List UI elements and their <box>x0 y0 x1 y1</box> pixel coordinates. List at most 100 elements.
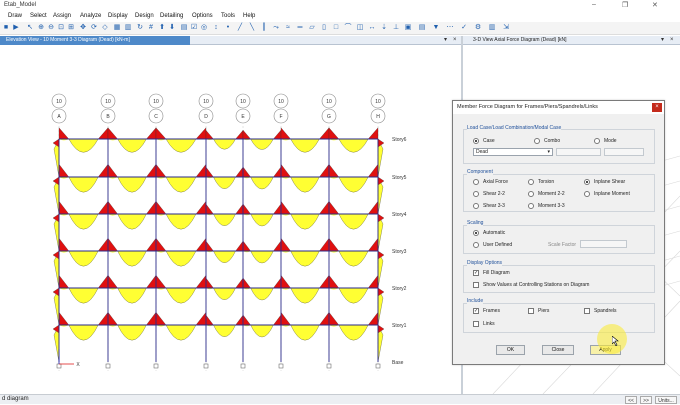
moment-negative-right <box>367 237 379 252</box>
elevation-view-icon[interactable]: ▥ <box>124 24 132 32</box>
menu-tools[interactable]: Tools <box>221 13 235 19</box>
rotate-icon[interactable]: ↻ <box>136 24 144 32</box>
automatic-radio[interactable] <box>473 230 479 236</box>
reaction-icon[interactable]: ⊥ <box>392 24 400 32</box>
zoom-out-icon[interactable]: ⊖ <box>47 24 55 32</box>
check-model-icon[interactable]: ✓ <box>460 24 468 32</box>
tab-3d-view-title[interactable]: 3-D View Axial Force Diagram (Dead) [kN] <box>473 36 567 45</box>
moment-2-2-radio[interactable] <box>528 191 534 197</box>
plan-view-icon[interactable]: ▦ <box>113 24 121 32</box>
save-icon[interactable]: ■ <box>2 24 10 32</box>
check-icon[interactable]: ☑ <box>190 24 198 32</box>
fill-diagram-checkbox[interactable]: ✓ <box>473 270 479 276</box>
case-radio[interactable] <box>473 138 479 144</box>
close-window-icon[interactable]: ✕ <box>652 1 658 9</box>
up-arrow-icon[interactable]: ⬆ <box>158 24 166 32</box>
show-values-checkbox[interactable] <box>473 282 479 288</box>
minimize-icon[interactable]: – <box>592 1 596 8</box>
wall-icon[interactable]: ▯ <box>320 24 328 32</box>
refresh-icon[interactable]: ⟳ <box>90 24 98 32</box>
pan-icon[interactable]: ✥ <box>79 24 87 32</box>
units-button[interactable]: Units... <box>655 396 677 404</box>
shear-2-2-radio[interactable] <box>473 191 479 197</box>
piers-checkbox[interactable] <box>528 308 534 314</box>
filter-icon[interactable]: ▼ <box>432 24 440 32</box>
run-icon[interactable]: ▶ <box>12 24 20 32</box>
opening-icon[interactable]: □ <box>332 24 340 32</box>
grid-icon[interactable]: # <box>147 24 155 32</box>
moment-3-3-radio[interactable] <box>528 203 534 209</box>
shear-3-3-radio[interactable] <box>473 203 479 209</box>
down-arrow-icon[interactable]: ⬇ <box>168 24 176 32</box>
column-icon[interactable]: ┃ <box>260 24 268 32</box>
moment-negative-right <box>97 274 109 289</box>
axial-force-radio[interactable] <box>473 179 479 185</box>
curve-icon[interactable]: ⌒ <box>344 24 352 32</box>
prev-view-button[interactable]: << <box>625 396 637 404</box>
link-icon[interactable]: ⤳ <box>272 24 280 32</box>
design-icon[interactable]: ⚙ <box>474 24 482 32</box>
brace-icon[interactable]: ╲ <box>248 24 256 32</box>
menu-design[interactable]: Design <box>135 13 154 19</box>
table-icon[interactable]: ▤ <box>418 24 426 32</box>
shear-3-3-label: Shear 3-3 <box>483 203 505 209</box>
frames-checkbox[interactable]: ✓ <box>473 308 479 314</box>
display-icon[interactable]: ▣ <box>404 24 412 32</box>
inplane-moment-label: Inplane Moment <box>594 191 630 197</box>
elevation-view[interactable]: 10 A 10 B 10 C 10 D 10 E 10 F 10 G 10 H Story6 Story5 Stor… <box>0 46 461 394</box>
moment-negative-left <box>107 311 118 326</box>
links-checkbox[interactable] <box>473 321 479 327</box>
menu-draw[interactable]: Draw <box>8 13 22 19</box>
right-tab-close-icon[interactable]: × <box>670 36 674 45</box>
moment-negative-right <box>273 277 282 289</box>
left-tab-menu-icon[interactable]: ▾ <box>444 36 447 45</box>
next-view-button[interactable]: >> <box>640 396 652 404</box>
combo-radio[interactable] <box>534 138 540 144</box>
menu-assign[interactable]: Assign <box>53 13 71 19</box>
user-defined-radio[interactable] <box>473 242 479 248</box>
zoom-window-icon[interactable]: ⊡ <box>57 24 65 32</box>
menu-select[interactable]: Select <box>30 13 47 19</box>
menu-display[interactable]: Display <box>108 13 128 19</box>
load-case-select[interactable]: Dead ▾ <box>473 148 553 156</box>
moment-negative-left <box>280 274 291 289</box>
report-icon[interactable]: ▥ <box>488 24 496 32</box>
torsion-radio[interactable] <box>528 179 534 185</box>
zoom-in-icon[interactable]: ⊕ <box>37 24 45 32</box>
left-tab-close-icon[interactable]: × <box>453 36 457 45</box>
zoom-fit-icon[interactable]: ⊞ <box>67 24 75 32</box>
area-icon[interactable]: ◫ <box>356 24 364 32</box>
export-icon[interactable]: ⇲ <box>502 24 510 32</box>
menu-help[interactable]: Help <box>243 13 255 19</box>
mode-radio[interactable] <box>594 138 600 144</box>
select-icon[interactable]: ◎ <box>200 24 208 32</box>
properties-icon[interactable]: ▤ <box>180 24 188 32</box>
menu-analyze[interactable]: Analyze <box>80 13 101 19</box>
restore-icon[interactable]: ❐ <box>622 1 628 9</box>
menu-detailing[interactable]: Detailing <box>160 13 183 19</box>
move-icon[interactable]: ↕ <box>212 24 220 32</box>
component-group-label: Component <box>467 169 493 175</box>
force-icon[interactable]: ⇣ <box>380 24 388 32</box>
inplane-moment-radio[interactable] <box>584 191 590 197</box>
dimension-icon[interactable]: ↔ <box>368 24 376 32</box>
close-button[interactable]: Close <box>542 345 574 355</box>
frame-icon[interactable]: ╱ <box>236 24 244 32</box>
inplane-shear-radio[interactable] <box>584 179 590 185</box>
spandrels-checkbox[interactable] <box>584 308 590 314</box>
spring-icon[interactable]: ≈ <box>284 24 292 32</box>
ok-button[interactable]: OK <box>496 345 525 355</box>
beam-icon[interactable]: ═ <box>296 24 304 32</box>
options-icon[interactable]: ⋯ <box>446 24 454 32</box>
dialog-close-icon[interactable]: × <box>652 103 662 112</box>
pointer-icon[interactable]: ↖ <box>26 24 34 32</box>
right-tab-menu-icon[interactable]: ▾ <box>661 36 664 45</box>
moment-negative-right <box>195 311 207 326</box>
3d-view-icon[interactable]: ◇ <box>101 24 109 32</box>
menu-options[interactable]: Options <box>192 13 213 19</box>
moment-positive-span <box>250 250 274 264</box>
slab-icon[interactable]: ▱ <box>308 24 316 32</box>
node-icon[interactable]: • <box>224 24 232 32</box>
tab-elevation-view[interactable]: Elevation View - 10 Moment 3-3 Diagram (… <box>0 36 190 45</box>
moment-positive-span <box>68 324 99 341</box>
